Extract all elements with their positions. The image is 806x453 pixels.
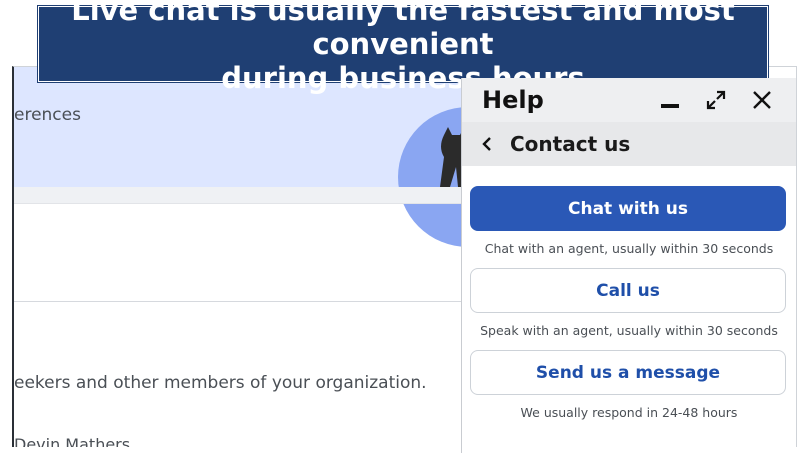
caption-line-1: Live chat is usually the fastest and mos… (71, 0, 735, 61)
help-panel-title: Help (482, 86, 544, 114)
minimize-icon (661, 104, 679, 108)
chat-with-us-button[interactable]: Chat with us (470, 186, 786, 231)
contact-subheader: Contact us (462, 122, 796, 166)
help-panel-header: Help (462, 78, 796, 122)
close-icon (753, 91, 771, 109)
description-text: eekers and other members of your organiz… (14, 373, 427, 393)
send-message-button[interactable]: Send us a message (470, 350, 786, 395)
contact-options: Chat with us Chat with an agent, usually… (462, 166, 796, 420)
contact-us-title: Contact us (510, 132, 631, 156)
chevron-left-icon (482, 137, 491, 151)
divider (14, 203, 474, 204)
close-button[interactable] (746, 84, 778, 116)
help-panel: Help Contact us Chat with us Chat with a… (461, 78, 796, 453)
preferences-text: erences (14, 105, 81, 125)
call-us-button[interactable]: Call us (470, 268, 786, 313)
caption-banner: Live chat is usually the fastest and mos… (38, 0, 768, 95)
back-button[interactable] (478, 130, 496, 158)
expand-icon (706, 90, 726, 110)
message-description: We usually respond in 24-48 hours (520, 405, 738, 420)
divider (14, 301, 474, 302)
user-name-text: Devin Mathers (14, 435, 131, 447)
expand-button[interactable] (700, 84, 732, 116)
minimize-button[interactable] (654, 84, 686, 116)
hero-bottom-strip (14, 187, 474, 203)
call-description: Speak with an agent, usually within 30 s… (480, 323, 778, 338)
chat-description: Chat with an agent, usually within 30 se… (484, 241, 774, 256)
